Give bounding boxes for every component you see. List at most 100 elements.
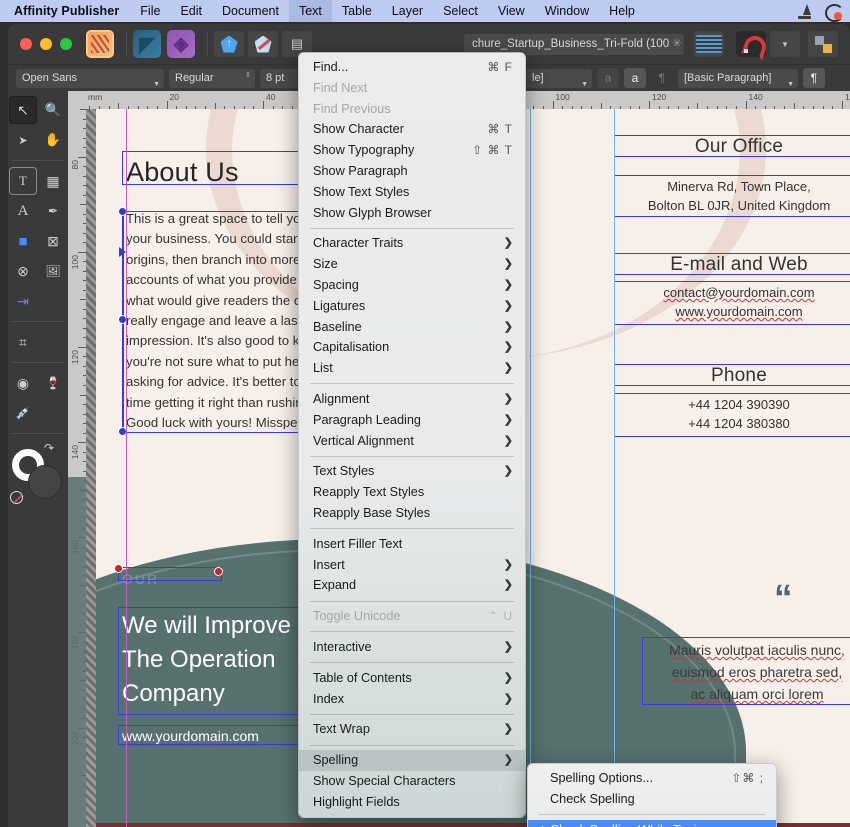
menu-item-index[interactable]: Index ❯ bbox=[299, 689, 525, 710]
phone-heading[interactable]: Phone bbox=[614, 365, 850, 387]
text-menu-dropdown[interactable]: Find... ⌘ F Find Next Find Previous Show Cha… bbox=[298, 52, 526, 818]
email-web-heading[interactable]: E-mail and Web bbox=[614, 254, 850, 276]
document-tab-label: chure_Startup_Business_Tri-Fold (100 bbox=[472, 37, 670, 50]
menu-item-expand[interactable]: Expand ❯ bbox=[299, 575, 525, 596]
menu-item-table-of-contents[interactable]: Table of Contents ❯ bbox=[299, 668, 525, 689]
menu-item-spacing[interactable]: Spacing ❯ bbox=[299, 275, 525, 296]
menu-item-reapply-text-styles[interactable]: Reapply Text Styles bbox=[299, 482, 525, 503]
fill-tool[interactable]: 🍷 bbox=[39, 369, 67, 397]
menu-item-show-glyph-browser[interactable]: Show Glyph Browser bbox=[299, 203, 525, 224]
email-web-values[interactable]: contact@yourdomain.com www.yourdomain.co… bbox=[614, 283, 850, 321]
menu-item-paragraph-leading[interactable]: Paragraph Leading ❯ bbox=[299, 410, 525, 431]
spelling-submenu[interactable]: Spelling Options... ⇧⌘ ; Check Spelling ✓ Ch… bbox=[527, 763, 777, 827]
add-pages-button[interactable]: ↑ bbox=[214, 31, 244, 57]
text-frame-tool-button[interactable] bbox=[694, 31, 724, 57]
colour-swatches[interactable]: ↷ bbox=[10, 439, 66, 519]
submenu-item-check-spelling-while-typing[interactable]: ✓ Check Spelling While Typing bbox=[528, 819, 776, 827]
close-button[interactable] bbox=[20, 38, 32, 50]
cone-icon[interactable] bbox=[796, 3, 813, 20]
frame-text-tool[interactable]: T bbox=[9, 167, 37, 195]
menubar-item-edit[interactable]: Edit bbox=[170, 0, 212, 22]
menu-item-reapply-base-styles[interactable]: Reapply Base Styles bbox=[299, 503, 525, 524]
menubar-app-name[interactable]: Affinity Publisher bbox=[0, 4, 130, 18]
menu-item-ligatures[interactable]: Ligatures ❯ bbox=[299, 296, 525, 317]
zoom-button[interactable] bbox=[60, 38, 72, 50]
menu-item-size[interactable]: Size ❯ bbox=[299, 254, 525, 275]
eyedropper-tool[interactable]: 💉 bbox=[9, 399, 37, 427]
snapping-options-button[interactable]: ▼ bbox=[770, 31, 800, 57]
font-family-field[interactable]: Open Sans ▼ bbox=[16, 68, 164, 88]
vector-crop-tool[interactable]: ⊗ bbox=[9, 257, 37, 285]
menu-item-text-wrap[interactable]: Text Wrap ❯ bbox=[299, 719, 525, 740]
submenu-item-check-spelling[interactable]: Check Spelling bbox=[528, 789, 776, 810]
snapping-button[interactable] bbox=[736, 31, 766, 57]
menu-item-find[interactable]: Find... ⌘ F bbox=[299, 57, 525, 78]
menubar-item-text[interactable]: Text bbox=[288, 0, 332, 22]
menu-item-show-text-styles[interactable]: Show Text Styles bbox=[299, 182, 525, 203]
menubar-item-window[interactable]: Window bbox=[535, 0, 599, 22]
teal-kicker-handle-left[interactable] bbox=[114, 564, 123, 573]
menubar-item-document[interactable]: Document bbox=[212, 0, 289, 22]
submenu-item-spelling-options[interactable]: Spelling Options... ⇧⌘ ; bbox=[528, 768, 776, 789]
minimize-button[interactable] bbox=[40, 38, 52, 50]
our-office-heading[interactable]: Our Office bbox=[614, 136, 850, 158]
zoom-tool[interactable]: 🔍 bbox=[39, 96, 67, 124]
artistic-text-tool[interactable]: A bbox=[9, 197, 37, 225]
publisher-persona-icon[interactable] bbox=[86, 30, 114, 58]
menu-item-vertical-alignment[interactable]: Vertical Alignment ❯ bbox=[299, 431, 525, 452]
menu-item-baseline[interactable]: Baseline ❯ bbox=[299, 317, 525, 338]
menubar-item-help[interactable]: Help bbox=[599, 0, 645, 22]
menu-item-highlight-fields[interactable]: Highlight Fields bbox=[299, 792, 525, 813]
vertical-ruler[interactable]: 80 100 120 140 160 180 200 bbox=[68, 109, 86, 827]
designer-persona-icon[interactable]: ◤ bbox=[133, 30, 161, 58]
text-flow-tool[interactable]: ⇥ bbox=[9, 287, 37, 315]
paragraph-style-field[interactable]: [Basic Paragraph] ▼ bbox=[678, 68, 798, 88]
app-disc-icon[interactable] bbox=[825, 3, 844, 22]
menu-item-show-typography[interactable]: Show Typography ⇧ ⌘ T bbox=[299, 140, 525, 161]
place-image-tool[interactable]: 🖼 bbox=[39, 257, 67, 285]
remove-pages-button[interactable] bbox=[248, 31, 278, 57]
menu-item-text-styles[interactable]: Text Styles ❯ bbox=[299, 461, 525, 482]
menubar-item-select[interactable]: Select bbox=[433, 0, 488, 22]
move-tool[interactable]: ↖ bbox=[9, 96, 37, 124]
menu-item-show-character[interactable]: Show Character ⌘ T bbox=[299, 119, 525, 140]
menu-item-insert[interactable]: Insert ❯ bbox=[299, 555, 525, 576]
character-panel-button[interactable]: a bbox=[624, 68, 646, 88]
text-flow-marker[interactable] bbox=[119, 247, 126, 257]
arrange-button[interactable] bbox=[808, 31, 838, 57]
menu-item-label: Find... bbox=[313, 60, 349, 74]
node-tool[interactable]: ➤ bbox=[9, 126, 37, 154]
table-tool[interactable]: ▦ bbox=[39, 167, 67, 195]
phone-values[interactable]: +44 1204 390390 +44 1204 380380 bbox=[614, 395, 850, 433]
menu-item-interactive[interactable]: Interactive ❯ bbox=[299, 637, 525, 658]
picture-frame-tool[interactable]: ⊠ bbox=[39, 227, 67, 255]
guide-magenta bbox=[126, 109, 127, 827]
menu-item-capitalisation[interactable]: Capitalisation ❯ bbox=[299, 337, 525, 358]
menubar-item-layer[interactable]: Layer bbox=[382, 0, 433, 22]
menu-item-insert-filler-text[interactable]: Insert Filler Text bbox=[299, 534, 525, 555]
pen-tool[interactable]: ✒ bbox=[39, 197, 67, 225]
character-style-field[interactable]: le] ▼ bbox=[526, 68, 592, 88]
colour-picker-tool[interactable]: ◉ bbox=[9, 369, 37, 397]
photo-persona-icon[interactable]: ◈ bbox=[167, 30, 195, 58]
menu-item-character-traits[interactable]: Character Traits ❯ bbox=[299, 233, 525, 254]
paragraph-panel-button[interactable]: ¶ bbox=[803, 68, 825, 88]
quote-text[interactable]: Mauris volutpat iaculis nunc, euismod er… bbox=[642, 639, 850, 705]
ruler-tick bbox=[745, 101, 747, 109]
menu-item-show-paragraph[interactable]: Show Paragraph bbox=[299, 161, 525, 182]
rectangle-tool[interactable]: ■ bbox=[9, 227, 37, 255]
crop-tool[interactable]: ⌗ bbox=[9, 328, 37, 356]
chevron-right-icon: ❯ bbox=[503, 723, 513, 736]
our-office-address[interactable]: Minerva Rd, Town Place, Bolton BL 0JR, U… bbox=[614, 177, 850, 215]
menubar-item-view[interactable]: View bbox=[488, 0, 535, 22]
menu-item-list[interactable]: List ❯ bbox=[299, 358, 525, 379]
menubar-item-table[interactable]: Table bbox=[332, 0, 382, 22]
menu-item-show-special-characters[interactable]: Show Special Characters bbox=[299, 771, 525, 792]
clear-character-formatting-button[interactable]: a bbox=[597, 68, 619, 88]
font-style-field[interactable]: Regular ⇳ bbox=[169, 68, 255, 88]
teal-kicker-handle-right[interactable] bbox=[214, 567, 223, 576]
pan-tool[interactable]: ✋ bbox=[39, 126, 67, 154]
menu-item-alignment[interactable]: Alignment ❯ bbox=[299, 389, 525, 410]
menu-item-spelling[interactable]: Spelling ❯ bbox=[299, 750, 525, 771]
menubar-item-file[interactable]: File bbox=[130, 0, 170, 22]
